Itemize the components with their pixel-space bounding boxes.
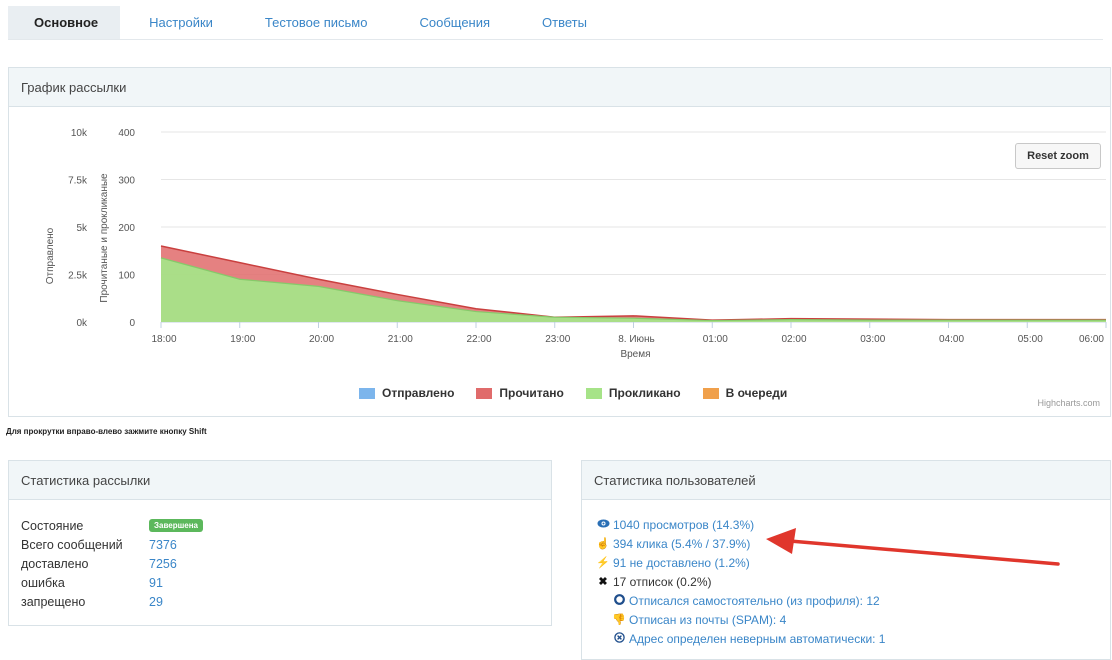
scroll-hint: Для прокрутки вправо-влево зажмите кнопк… bbox=[6, 427, 207, 436]
user-stat-unsub-profile: Отписался самостоятельно (из профиля): 1… bbox=[596, 591, 885, 610]
status-badge: Завершена bbox=[149, 519, 204, 532]
series-clicked-area bbox=[161, 257, 1106, 322]
pointer-hand-icon: ☝ bbox=[596, 538, 610, 550]
stats-value-link[interactable]: 7256 bbox=[149, 557, 177, 571]
x-tick-label: 01:00 bbox=[703, 334, 728, 345]
mailing-stats-panel: Статистика рассылки Состояние Завершена … bbox=[8, 460, 552, 626]
mailing-stats-table: Состояние Завершена Всего сообщений 7376… bbox=[21, 516, 204, 611]
y-right-tick-label: 400 bbox=[118, 128, 135, 139]
reset-zoom-button[interactable]: Reset zoom bbox=[1015, 143, 1101, 169]
stats-label: доставлено bbox=[21, 556, 89, 571]
stats-label: запрещено bbox=[21, 594, 86, 609]
x-tick-label: 05:00 bbox=[1018, 334, 1043, 345]
legend-item-read[interactable]: Прочитано bbox=[476, 386, 564, 400]
thumbs-down-icon: 👎 bbox=[612, 614, 626, 626]
y-left-tick-label: 5k bbox=[76, 223, 88, 234]
legend-label-sent: Отправлено bbox=[382, 386, 455, 400]
x-tick-label: 20:00 bbox=[309, 334, 334, 345]
y-right-axis-title: Прочитаные и прокликаные bbox=[99, 173, 110, 303]
tab-main[interactable]: Основное bbox=[8, 6, 121, 39]
stats-value-link[interactable]: 91 bbox=[149, 576, 163, 590]
legend-swatch-clicked bbox=[585, 387, 602, 399]
legend-swatch-read bbox=[476, 387, 493, 399]
stats-row-total: Всего сообщений 7376 bbox=[21, 535, 203, 554]
stats-row-error: ошибка 91 bbox=[21, 573, 203, 592]
x-axis-title: Время bbox=[620, 349, 650, 360]
stats-row-forbidden: запрещено 29 bbox=[21, 592, 203, 611]
x-tick-label: 19:00 bbox=[230, 334, 255, 345]
x-tick-label: 8. Июнь bbox=[618, 334, 655, 345]
undelivered-link[interactable]: 91 не доставлено (1.2%) bbox=[613, 556, 750, 570]
x-mark-icon: ✖ bbox=[598, 576, 608, 588]
y-left-tick-label: 7.5k bbox=[68, 176, 88, 187]
tab-test-email[interactable]: Тестовое письмо bbox=[242, 6, 391, 39]
tab-settings[interactable]: Настройки bbox=[126, 6, 236, 39]
legend-item-sent[interactable]: Отправлено bbox=[359, 386, 454, 400]
tab-replies[interactable]: Ответы bbox=[519, 6, 610, 39]
legend-item-clicked[interactable]: Прокликано bbox=[585, 386, 681, 400]
y-left-axis-title: Отправлено bbox=[45, 227, 56, 284]
x-tick-label: 22:00 bbox=[466, 334, 491, 345]
y-left-tick-label: 10k bbox=[71, 128, 88, 139]
unsub-spam-link[interactable]: Отписан из почты (SPAM): 4 bbox=[629, 613, 786, 627]
x-tick-label: 03:00 bbox=[860, 334, 885, 345]
stats-row-delivered: доставлено 7256 bbox=[21, 554, 203, 573]
mailing-stats-title: Статистика рассылки bbox=[9, 461, 551, 500]
y-right-tick-label: 300 bbox=[118, 176, 135, 187]
user-stats-title: Статистика пользователей bbox=[582, 461, 1110, 500]
tab-messages[interactable]: Сообщения bbox=[396, 6, 513, 39]
x-tick-label: 18:00 bbox=[151, 334, 176, 345]
y-left-tick-label: 2.5k bbox=[68, 271, 88, 282]
annotation-arrow bbox=[766, 528, 1060, 566]
stats-value-link[interactable]: 29 bbox=[149, 595, 163, 609]
stats-label: Всего сообщений bbox=[21, 537, 123, 552]
views-link[interactable]: 1040 просмотров (14.3%) bbox=[613, 518, 754, 532]
mailing-chart: 0k 2.5k 5k 7.5k 10k 0 100 200 300 400 Отправлено Пр… bbox=[45, 128, 1107, 360]
chart-panel-title: График рассылки bbox=[9, 68, 1110, 107]
invalid-address-link[interactable]: Адрес определен неверным автоматически: … bbox=[629, 632, 885, 646]
y-left-tick-label: 0k bbox=[76, 318, 88, 329]
y-right-tick-label: 100 bbox=[118, 271, 135, 282]
circle-x-icon bbox=[612, 631, 626, 646]
stats-value-link[interactable]: 7376 bbox=[149, 538, 177, 552]
y-right-tick-label: 200 bbox=[118, 223, 135, 234]
clicks-link[interactable]: 394 клика (5.4% / 37.9%) bbox=[613, 537, 750, 551]
legend-item-queued[interactable]: В очереди bbox=[702, 386, 788, 400]
x-tick-label: 04:00 bbox=[939, 334, 964, 345]
legend-swatch-sent bbox=[359, 387, 375, 399]
user-stat-unsub-spam: 👎 Отписан из почты (SPAM): 4 bbox=[596, 610, 885, 629]
eye-icon bbox=[596, 519, 610, 531]
legend-label-read: Прочитано bbox=[499, 386, 564, 400]
unsub-profile-link[interactable]: Отписался самостоятельно (из профиля): 1… bbox=[629, 594, 880, 608]
y-right-tick-label: 0 bbox=[129, 318, 135, 329]
x-tick-label: 02:00 bbox=[781, 334, 806, 345]
circle-ring-icon bbox=[612, 593, 626, 608]
chart-panel: График рассылки 0k 2.5k 5k 7.5k 10k 0 100 200 30… bbox=[8, 67, 1111, 417]
x-tick-label: 23:00 bbox=[545, 334, 570, 345]
highcharts-credits[interactable]: Highcharts.com bbox=[1037, 398, 1100, 408]
chart-legend: Отправлено Прочитано Прокликано В очеред… bbox=[359, 386, 809, 400]
stats-row-state: Состояние Завершена bbox=[21, 516, 204, 535]
unsubscribes-text: 17 отписок (0.2%) bbox=[613, 574, 712, 589]
tab-bar: Основное Настройки Тестовое письмо Сообщ… bbox=[8, 6, 1103, 40]
x-tick-label: 21:00 bbox=[388, 334, 413, 345]
legend-swatch-queued bbox=[702, 387, 719, 399]
legend-label-queued: В очереди bbox=[725, 386, 788, 400]
user-stat-invalid-address: Адрес определен неверным автоматически: … bbox=[596, 629, 885, 648]
bolt-icon: ⚡ bbox=[596, 557, 610, 569]
x-tick-label: 06:00 bbox=[1079, 334, 1104, 345]
stats-label: Состояние bbox=[21, 518, 84, 533]
stats-label: ошибка bbox=[21, 575, 65, 590]
legend-label-clicked: Прокликано bbox=[608, 386, 681, 400]
